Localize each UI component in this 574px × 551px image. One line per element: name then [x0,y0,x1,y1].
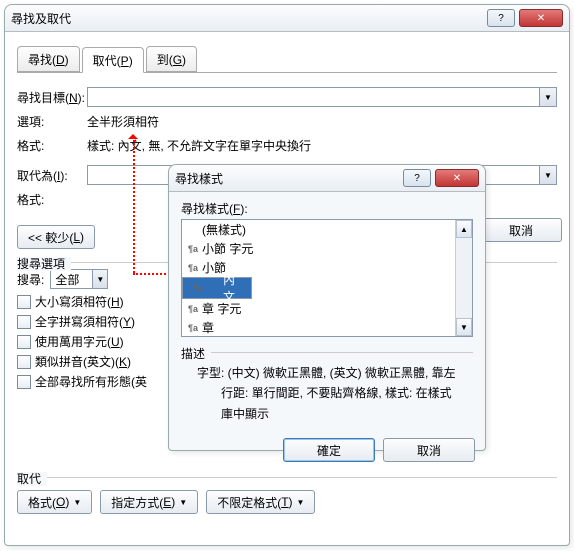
paragraph-mark-icon: ¶a [189,283,215,293]
paragraph-mark-icon: ¶a [188,244,198,254]
format-menu-button[interactable]: 指定方式(E)▼ [100,490,198,514]
checkbox-icon [17,375,31,389]
cancel-button[interactable]: 取消 [383,438,475,462]
chevron-down-icon: ▼ [92,270,107,288]
style-list-label: 尋找樣式(F): [181,200,473,217]
list-item[interactable]: ¶a小節 字元 [182,239,455,258]
checkbox-icon [17,355,31,369]
find-style-dialog: 尋找樣式 ? ✕ 尋找樣式(F): (無樣式)¶a小節 字元¶a小節¶a內文¶a… [168,164,486,451]
list-item[interactable]: ¶a章 字元 [182,299,455,318]
less-button[interactable]: << 較少(L) [17,225,95,249]
annotation-arrow-head [128,129,138,139]
format-menu-button[interactable]: 格式(O)▼ [17,490,92,514]
replace-label: 取代為(I): [17,167,87,184]
format-label: 格式: [17,137,87,154]
options-label: 選項: [17,113,87,130]
checkbox-icon [17,295,31,309]
search-dir-label: 搜尋: [17,271,44,288]
ok-button[interactable]: 確定 [283,438,375,462]
help-button[interactable]: ? [487,9,515,27]
close-button[interactable]: ✕ [519,9,563,27]
style-list[interactable]: (無樣式)¶a小節 字元¶a小節¶a內文¶a章 字元¶a章 ▲ ▼ [181,219,473,337]
chevron-down-icon[interactable]: ▼ [540,165,557,185]
modal-title: 尋找樣式 [175,170,399,187]
find-label: 尋找目標(N): [17,89,87,106]
paragraph-mark-icon: ¶a [188,263,198,273]
options-value: 全半形須相符 [87,113,159,130]
tab-goto[interactable]: 到(G) [146,46,197,72]
description-header: 描述 [181,345,473,355]
tab-find[interactable]: 尋找(D) [17,46,80,72]
bottom-button-row: 格式(O)▼ 指定方式(E)▼ 不限定格式(T)▼ [17,490,557,514]
search-direction-select[interactable]: 全部▼ [50,269,108,289]
cancel-button[interactable]: 取消 [480,218,562,242]
list-item[interactable]: ¶a章 [182,318,455,337]
paragraph-mark-icon: ¶a [188,323,198,333]
titlebar: 尋找及取代 ? ✕ [5,5,569,32]
list-item[interactable]: (無樣式) [182,220,455,239]
tab-strip: 尋找(D) 取代(P) 到(G) [17,46,557,73]
dialog-title: 尋找及取代 [11,10,483,27]
close-button[interactable]: ✕ [435,169,479,187]
checkbox-icon [17,315,31,329]
description-text: 字型: (中文) 微軟正黑體, (英文) 微軟正黑體, 靠左 行距: 單行間距,… [181,357,473,430]
list-item[interactable]: ¶a內文 [182,277,252,299]
format2-label: 格式: [17,191,87,208]
modal-titlebar: 尋找樣式 ? ✕ [169,165,485,192]
paragraph-mark-icon: ¶a [188,304,198,314]
scroll-down-icon[interactable]: ▼ [456,318,472,336]
chevron-down-icon[interactable]: ▼ [540,87,557,107]
find-input[interactable]: ▼ [87,87,557,107]
scrollbar[interactable]: ▲ ▼ [455,220,472,336]
format-value: 樣式: 內文, 無, 不允許文字在單字中央換行 [87,137,311,154]
scroll-up-icon[interactable]: ▲ [456,220,472,238]
help-button[interactable]: ? [403,169,431,187]
format-menu-button[interactable]: 不限定格式(T)▼ [206,490,315,514]
tab-replace[interactable]: 取代(P) [82,47,144,73]
checkbox-icon [17,335,31,349]
